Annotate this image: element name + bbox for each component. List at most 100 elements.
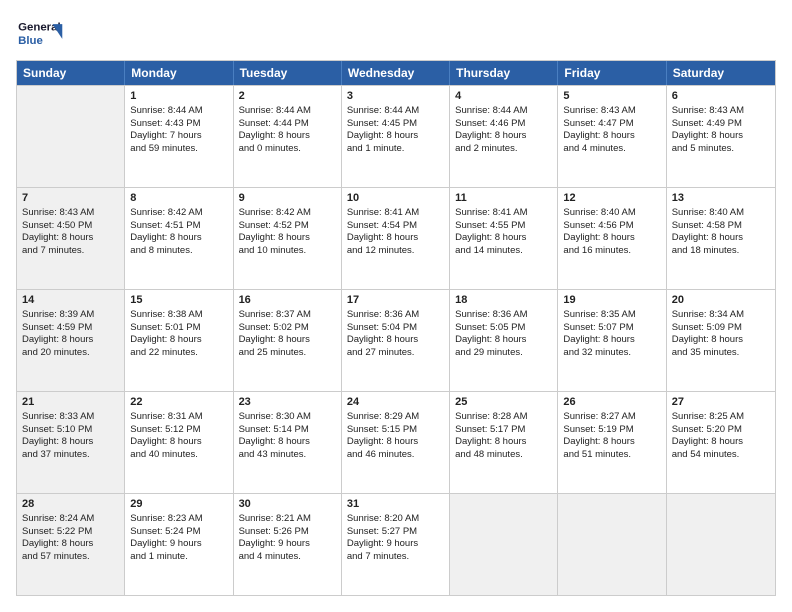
day-info: Sunrise: 8:28 AM Sunset: 5:17 PM Dayligh…	[455, 411, 552, 462]
cal-cell: 14Sunrise: 8:39 AM Sunset: 4:59 PM Dayli…	[17, 290, 125, 391]
day-info: Sunrise: 8:25 AM Sunset: 5:20 PM Dayligh…	[672, 411, 770, 462]
day-info: Sunrise: 8:21 AM Sunset: 5:26 PM Dayligh…	[239, 513, 336, 564]
header-cell-wednesday: Wednesday	[342, 61, 450, 85]
cal-cell: 21Sunrise: 8:33 AM Sunset: 5:10 PM Dayli…	[17, 392, 125, 493]
day-number: 11	[455, 191, 552, 206]
day-number: 29	[130, 497, 227, 512]
cal-cell	[558, 494, 666, 595]
day-number: 14	[22, 293, 119, 308]
day-number: 12	[563, 191, 660, 206]
day-number: 10	[347, 191, 444, 206]
calendar-row-2: 14Sunrise: 8:39 AM Sunset: 4:59 PM Dayli…	[17, 289, 775, 391]
cal-cell: 20Sunrise: 8:34 AM Sunset: 5:09 PM Dayli…	[667, 290, 775, 391]
cal-cell: 19Sunrise: 8:35 AM Sunset: 5:07 PM Dayli…	[558, 290, 666, 391]
day-number: 17	[347, 293, 444, 308]
day-info: Sunrise: 8:43 AM Sunset: 4:47 PM Dayligh…	[563, 105, 660, 156]
page: General Blue SundayMondayTuesdayWednesda…	[0, 0, 792, 612]
day-number: 20	[672, 293, 770, 308]
header-cell-monday: Monday	[125, 61, 233, 85]
day-number: 15	[130, 293, 227, 308]
day-number: 3	[347, 89, 444, 104]
day-number: 27	[672, 395, 770, 410]
logo: General Blue	[16, 16, 66, 52]
cal-cell: 11Sunrise: 8:41 AM Sunset: 4:55 PM Dayli…	[450, 188, 558, 289]
cal-cell: 6Sunrise: 8:43 AM Sunset: 4:49 PM Daylig…	[667, 86, 775, 187]
cal-cell: 9Sunrise: 8:42 AM Sunset: 4:52 PM Daylig…	[234, 188, 342, 289]
cal-cell: 28Sunrise: 8:24 AM Sunset: 5:22 PM Dayli…	[17, 494, 125, 595]
day-number: 7	[22, 191, 119, 206]
day-number: 23	[239, 395, 336, 410]
day-number: 13	[672, 191, 770, 206]
day-info: Sunrise: 8:36 AM Sunset: 5:04 PM Dayligh…	[347, 309, 444, 360]
day-info: Sunrise: 8:42 AM Sunset: 4:51 PM Dayligh…	[130, 207, 227, 258]
day-info: Sunrise: 8:30 AM Sunset: 5:14 PM Dayligh…	[239, 411, 336, 462]
calendar-row-4: 28Sunrise: 8:24 AM Sunset: 5:22 PM Dayli…	[17, 493, 775, 595]
svg-text:Blue: Blue	[18, 35, 43, 47]
day-info: Sunrise: 8:40 AM Sunset: 4:58 PM Dayligh…	[672, 207, 770, 258]
cal-cell: 23Sunrise: 8:30 AM Sunset: 5:14 PM Dayli…	[234, 392, 342, 493]
day-info: Sunrise: 8:44 AM Sunset: 4:45 PM Dayligh…	[347, 105, 444, 156]
cal-cell: 7Sunrise: 8:43 AM Sunset: 4:50 PM Daylig…	[17, 188, 125, 289]
day-info: Sunrise: 8:41 AM Sunset: 4:55 PM Dayligh…	[455, 207, 552, 258]
day-number: 22	[130, 395, 227, 410]
day-info: Sunrise: 8:33 AM Sunset: 5:10 PM Dayligh…	[22, 411, 119, 462]
header-cell-friday: Friday	[558, 61, 666, 85]
cal-cell: 8Sunrise: 8:42 AM Sunset: 4:51 PM Daylig…	[125, 188, 233, 289]
day-info: Sunrise: 8:29 AM Sunset: 5:15 PM Dayligh…	[347, 411, 444, 462]
cal-cell: 25Sunrise: 8:28 AM Sunset: 5:17 PM Dayli…	[450, 392, 558, 493]
cal-cell: 5Sunrise: 8:43 AM Sunset: 4:47 PM Daylig…	[558, 86, 666, 187]
day-info: Sunrise: 8:24 AM Sunset: 5:22 PM Dayligh…	[22, 513, 119, 564]
day-number: 19	[563, 293, 660, 308]
day-number: 5	[563, 89, 660, 104]
day-number: 26	[563, 395, 660, 410]
day-info: Sunrise: 8:23 AM Sunset: 5:24 PM Dayligh…	[130, 513, 227, 564]
svg-text:General: General	[18, 22, 61, 34]
day-info: Sunrise: 8:44 AM Sunset: 4:44 PM Dayligh…	[239, 105, 336, 156]
cal-cell: 26Sunrise: 8:27 AM Sunset: 5:19 PM Dayli…	[558, 392, 666, 493]
day-number: 6	[672, 89, 770, 104]
day-info: Sunrise: 8:38 AM Sunset: 5:01 PM Dayligh…	[130, 309, 227, 360]
cal-cell: 24Sunrise: 8:29 AM Sunset: 5:15 PM Dayli…	[342, 392, 450, 493]
day-number: 8	[130, 191, 227, 206]
day-number: 1	[130, 89, 227, 104]
cal-cell: 22Sunrise: 8:31 AM Sunset: 5:12 PM Dayli…	[125, 392, 233, 493]
logo-svg: General Blue	[16, 16, 66, 52]
day-number: 4	[455, 89, 552, 104]
day-info: Sunrise: 8:34 AM Sunset: 5:09 PM Dayligh…	[672, 309, 770, 360]
cal-cell	[17, 86, 125, 187]
day-number: 24	[347, 395, 444, 410]
cal-cell: 13Sunrise: 8:40 AM Sunset: 4:58 PM Dayli…	[667, 188, 775, 289]
calendar: SundayMondayTuesdayWednesdayThursdayFrid…	[16, 60, 776, 596]
day-number: 31	[347, 497, 444, 512]
calendar-row-1: 7Sunrise: 8:43 AM Sunset: 4:50 PM Daylig…	[17, 187, 775, 289]
header-cell-tuesday: Tuesday	[234, 61, 342, 85]
header: General Blue	[16, 16, 776, 52]
cal-cell: 3Sunrise: 8:44 AM Sunset: 4:45 PM Daylig…	[342, 86, 450, 187]
cal-cell: 18Sunrise: 8:36 AM Sunset: 5:05 PM Dayli…	[450, 290, 558, 391]
day-number: 2	[239, 89, 336, 104]
day-number: 30	[239, 497, 336, 512]
header-cell-sunday: Sunday	[17, 61, 125, 85]
header-cell-saturday: Saturday	[667, 61, 775, 85]
day-number: 21	[22, 395, 119, 410]
day-info: Sunrise: 8:41 AM Sunset: 4:54 PM Dayligh…	[347, 207, 444, 258]
day-info: Sunrise: 8:43 AM Sunset: 4:50 PM Dayligh…	[22, 207, 119, 258]
day-info: Sunrise: 8:42 AM Sunset: 4:52 PM Dayligh…	[239, 207, 336, 258]
cal-cell: 31Sunrise: 8:20 AM Sunset: 5:27 PM Dayli…	[342, 494, 450, 595]
cal-cell: 30Sunrise: 8:21 AM Sunset: 5:26 PM Dayli…	[234, 494, 342, 595]
day-info: Sunrise: 8:37 AM Sunset: 5:02 PM Dayligh…	[239, 309, 336, 360]
day-info: Sunrise: 8:35 AM Sunset: 5:07 PM Dayligh…	[563, 309, 660, 360]
day-number: 9	[239, 191, 336, 206]
calendar-body: 1Sunrise: 8:44 AM Sunset: 4:43 PM Daylig…	[17, 85, 775, 595]
cal-cell: 10Sunrise: 8:41 AM Sunset: 4:54 PM Dayli…	[342, 188, 450, 289]
day-info: Sunrise: 8:20 AM Sunset: 5:27 PM Dayligh…	[347, 513, 444, 564]
calendar-row-0: 1Sunrise: 8:44 AM Sunset: 4:43 PM Daylig…	[17, 85, 775, 187]
day-info: Sunrise: 8:27 AM Sunset: 5:19 PM Dayligh…	[563, 411, 660, 462]
cal-cell: 16Sunrise: 8:37 AM Sunset: 5:02 PM Dayli…	[234, 290, 342, 391]
cal-cell	[667, 494, 775, 595]
cal-cell: 15Sunrise: 8:38 AM Sunset: 5:01 PM Dayli…	[125, 290, 233, 391]
day-info: Sunrise: 8:36 AM Sunset: 5:05 PM Dayligh…	[455, 309, 552, 360]
cal-cell: 17Sunrise: 8:36 AM Sunset: 5:04 PM Dayli…	[342, 290, 450, 391]
calendar-header: SundayMondayTuesdayWednesdayThursdayFrid…	[17, 61, 775, 85]
day-info: Sunrise: 8:43 AM Sunset: 4:49 PM Dayligh…	[672, 105, 770, 156]
